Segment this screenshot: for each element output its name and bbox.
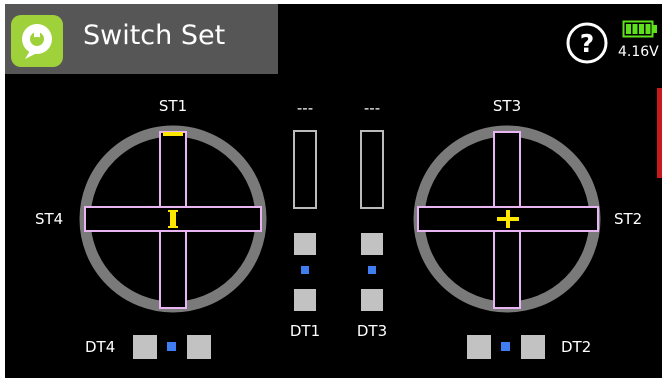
screen: Switch Set ? 4.16V ST1 ST4 DT4 ST3 ST2 D… [5, 4, 662, 378]
dt4-trim-center-dot [167, 342, 176, 351]
dt3-label: DT3 [356, 322, 388, 340]
channel-1-trim-down-button [294, 289, 316, 311]
right-stick-gimbal[interactable] [413, 125, 601, 313]
channel-1-bar [293, 130, 317, 209]
dt2-trim-center-dot [501, 342, 510, 351]
st3-label: ST3 [492, 97, 522, 115]
st1-label: ST1 [158, 97, 188, 115]
channel-1-value: --- [296, 99, 314, 117]
st2-label: ST2 [614, 210, 643, 228]
channel-2-trim-center-dot [368, 266, 376, 274]
left-stick-gimbal[interactable] [79, 125, 267, 313]
channel-2-value: --- [363, 99, 381, 117]
dt2-trim-left-button [467, 335, 491, 359]
st4-label: ST4 [35, 210, 64, 228]
left-stick-top-marker [163, 132, 183, 136]
channel-1-trim-center-dot [301, 266, 309, 274]
dt2-label: DT2 [561, 338, 592, 356]
channel-2-trim-down-button [361, 289, 383, 311]
channel-1-trim-up-button [294, 233, 316, 255]
dt1-label: DT1 [289, 322, 321, 340]
channel-2-trim-up-button [361, 233, 383, 255]
channel-2-bar [360, 130, 384, 209]
dt4-label: DT4 [85, 338, 116, 356]
controls-canvas [79, 125, 601, 359]
dt2-trim-right-button [521, 335, 545, 359]
dt4-trim-left-button [133, 335, 157, 359]
dt4-trim-right-button [187, 335, 211, 359]
